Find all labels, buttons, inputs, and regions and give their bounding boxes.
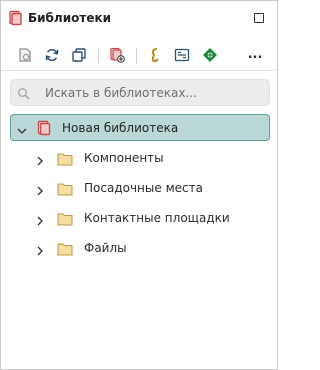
maximize-icon[interactable] — [254, 13, 264, 23]
folder-icon — [57, 211, 73, 226]
folder-icon — [57, 151, 73, 166]
toolbar-separator — [98, 48, 99, 64]
libraries-panel: Библиотеки ... Искать в библиотеках... Н… — [0, 0, 278, 370]
panel-header: Библиотеки — [1, 1, 277, 35]
symbol-icon[interactable] — [145, 45, 165, 65]
chevron-right-icon[interactable] — [35, 152, 45, 166]
tree-item-label: Посадочные места — [84, 181, 203, 195]
chevron-right-icon[interactable] — [35, 212, 45, 226]
copy-window-icon[interactable] — [69, 45, 89, 65]
tree-root-library[interactable]: Новая библиотека — [10, 114, 270, 141]
search-input[interactable] — [45, 83, 263, 103]
chevron-down-icon[interactable] — [16, 122, 28, 134]
more-options-button[interactable]: ... — [245, 45, 265, 65]
tree-item-label: Контактные площадки — [84, 211, 230, 225]
tree-item-label: Файлы — [84, 241, 127, 255]
toolbar: ... — [1, 41, 277, 71]
tree-item-files[interactable]: Файлы — [31, 237, 261, 259]
tree-root-label: Новая библиотека — [62, 121, 179, 135]
open-library-icon[interactable] — [15, 45, 35, 65]
tree-item-footprints[interactable]: Посадочные места — [31, 177, 261, 199]
search-icon — [17, 86, 31, 100]
panel-title: Библиотеки — [28, 11, 112, 25]
libraries-icon — [7, 10, 23, 26]
footprint-icon[interactable] — [172, 45, 192, 65]
tree-item-pads[interactable]: Контактные площадки — [31, 207, 261, 229]
library-icon — [36, 120, 52, 136]
pad-icon[interactable] — [200, 45, 220, 65]
tree-item-label: Компоненты — [84, 151, 164, 165]
search-box — [10, 79, 270, 106]
chevron-right-icon[interactable] — [35, 182, 45, 196]
chevron-right-icon[interactable] — [35, 242, 45, 256]
folder-icon — [57, 241, 73, 256]
folder-icon — [57, 181, 73, 196]
tree-item-components[interactable]: Компоненты — [31, 147, 261, 169]
toolbar-separator — [136, 48, 137, 64]
refresh-icon[interactable] — [42, 45, 62, 65]
add-library-icon[interactable] — [107, 45, 127, 65]
